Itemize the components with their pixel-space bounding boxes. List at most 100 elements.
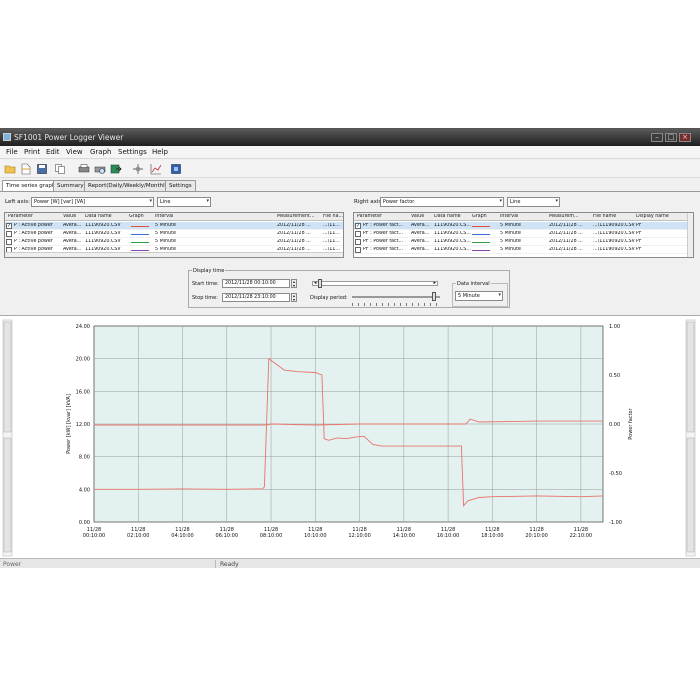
export-icon[interactable] (110, 163, 122, 175)
right-axis-graph-type-select[interactable]: Line ▾ (507, 197, 560, 207)
graph-color-swatch[interactable] (472, 250, 490, 251)
right-scroll-thumb[interactable] (686, 437, 695, 553)
graph-color-swatch[interactable] (472, 226, 490, 227)
column-header[interactable]: File na... (323, 214, 343, 219)
row-checkbox[interactable] (6, 239, 12, 245)
left-axis-quantity-select[interactable]: Power [W] [var] [VA] ▾ (31, 197, 154, 207)
cell-interval: 5 Minute (155, 223, 176, 228)
cell-data-name: 11190920.CS... (434, 247, 471, 252)
open-file-icon[interactable] (20, 163, 32, 175)
start-time-spinner[interactable]: ▴ ▾ (291, 279, 297, 288)
cell-data-name: 11190920.CS... (434, 231, 471, 236)
row-checkbox[interactable] (355, 239, 361, 245)
left-scroll-thumb[interactable] (3, 321, 12, 433)
cell-parameter: PF : Power fact... (363, 247, 404, 252)
cell-parameter: PF : Power fact... (363, 239, 404, 244)
cell-value: Avera... (411, 231, 430, 236)
start-time-field[interactable]: 2012/11/28 00:10:00 (222, 279, 290, 288)
column-header[interactable]: Graph (129, 214, 144, 219)
column-header[interactable]: Measurem... (549, 214, 579, 219)
column-header[interactable]: Measurement... (277, 214, 315, 219)
column-header[interactable]: File name (593, 214, 616, 219)
table-row[interactable]: P : Active power Avera... 11190920.CSV 5 Mi… (5, 238, 343, 246)
cell-value: Avera... (411, 239, 430, 244)
row-checkbox[interactable]: ✓ (355, 223, 361, 229)
table-row[interactable]: ✓ PF : Power fact... Avera... 11190920.CS..… (354, 222, 693, 230)
row-checkbox[interactable] (355, 247, 361, 253)
app-icon (3, 133, 11, 141)
graph-color-swatch[interactable] (472, 234, 490, 235)
horizontal-scrollbar[interactable] (5, 252, 343, 257)
column-header[interactable]: Display name (636, 214, 669, 219)
cursor-icon[interactable] (132, 163, 144, 175)
maximize-button[interactable]: □ (665, 133, 677, 142)
close-button[interactable]: × (679, 133, 691, 142)
graph-settings-icon[interactable] (150, 163, 162, 175)
tab-summary[interactable]: Summary (53, 180, 88, 191)
menu-settings[interactable]: Settings (118, 148, 147, 156)
graph-color-swatch[interactable] (472, 242, 490, 243)
column-header[interactable]: Parameter (357, 214, 382, 219)
display-period-slider[interactable] (352, 296, 440, 298)
right-scroll-thumb[interactable] (686, 321, 695, 433)
save-icon[interactable] (36, 163, 48, 175)
graph-color-swatch[interactable] (131, 226, 149, 227)
graph-color-swatch[interactable] (131, 234, 149, 235)
tab-report[interactable]: Report(Daily/Weekly/Monthly) (84, 180, 175, 191)
cell-interval: 5 Minute (500, 247, 521, 252)
left-scroll-thumb[interactable] (3, 437, 12, 553)
column-header[interactable]: Parameter (8, 214, 33, 219)
stop-time-spinner[interactable]: ▴ ▾ (291, 293, 297, 302)
cell-data-name: 11190920.CSV (85, 231, 121, 236)
display-period-label: Display period: (310, 295, 348, 301)
column-header[interactable]: Data name (434, 214, 461, 219)
copy-icon[interactable] (54, 163, 66, 175)
row-checkbox[interactable] (355, 231, 361, 237)
right-axis-quantity-value: Power factor (383, 199, 415, 205)
print-preview-icon[interactable] (94, 163, 106, 175)
column-header[interactable]: Graph (472, 214, 487, 219)
table-row[interactable]: PF : Power fact... Avera... 11190920.CS...… (354, 238, 693, 246)
start-slider-thumb[interactable] (318, 279, 322, 288)
stop-time-field[interactable]: 2012/11/28 23:10:00 (222, 293, 290, 302)
menu-graph[interactable]: Graph (90, 148, 111, 156)
column-header[interactable]: Data name (85, 214, 112, 219)
column-header[interactable]: Interval (155, 214, 173, 219)
right-axis-quantity-select[interactable]: Power factor ▾ (380, 197, 504, 207)
table-row[interactable]: PF : Power fact... Avera... 11190920.CS...… (354, 246, 693, 254)
table-row[interactable]: ✓ P : Active power Avera... 11190920.CSV 5 M… (5, 222, 343, 230)
arrow-right-icon[interactable]: ▸ (433, 280, 436, 286)
cell-value: Avera... (411, 247, 430, 252)
start-time-label: Start time: (192, 281, 219, 287)
left-axis-graph-type-select[interactable]: Line ▾ (157, 197, 211, 207)
menu-view[interactable]: View (66, 148, 83, 156)
column-header[interactable]: Interval (500, 214, 518, 219)
start-time-slider[interactable]: ◂ ▸ (312, 280, 438, 286)
menu-edit[interactable]: Edit (46, 148, 60, 156)
table-row[interactable]: PF : Power fact... Avera... 11190920.CS...… (354, 230, 693, 238)
column-header[interactable]: Value (411, 214, 424, 219)
menu-print[interactable]: Print (24, 148, 40, 156)
arrow-left-icon[interactable]: ◂ (314, 280, 317, 286)
tab-settings[interactable]: Settings (165, 180, 196, 191)
cell-file: ...\11... (323, 231, 340, 236)
title-bar[interactable]: SF1001 Power Logger Viewer – □ × (0, 129, 700, 146)
print-icon[interactable] (78, 163, 90, 175)
menu-help[interactable]: Help (152, 148, 168, 156)
row-checkbox[interactable]: ✓ (6, 223, 12, 229)
help-icon[interactable] (170, 163, 182, 175)
row-checkbox[interactable] (6, 231, 12, 237)
cell-measurement: 2012/11/28 ... (277, 231, 311, 236)
column-header[interactable]: Value (63, 214, 76, 219)
minimize-button[interactable]: – (651, 133, 663, 142)
graph-color-swatch[interactable] (131, 250, 149, 251)
data-interval-select[interactable]: 5 Minute ▾ (455, 291, 503, 301)
graph-color-swatch[interactable] (131, 242, 149, 243)
display-period-thumb[interactable] (431, 292, 436, 301)
vertical-scrollbar[interactable] (687, 213, 693, 257)
open-folder-icon[interactable] (4, 163, 16, 175)
cell-display: PF (636, 231, 642, 236)
table-row[interactable]: P : Active power Avera... 11190920.CSV 5 Mi… (5, 230, 343, 238)
right-axis-parameter-table: Parameter Value Data name Graph Interval… (353, 212, 694, 258)
menu-file[interactable]: File (6, 148, 18, 156)
